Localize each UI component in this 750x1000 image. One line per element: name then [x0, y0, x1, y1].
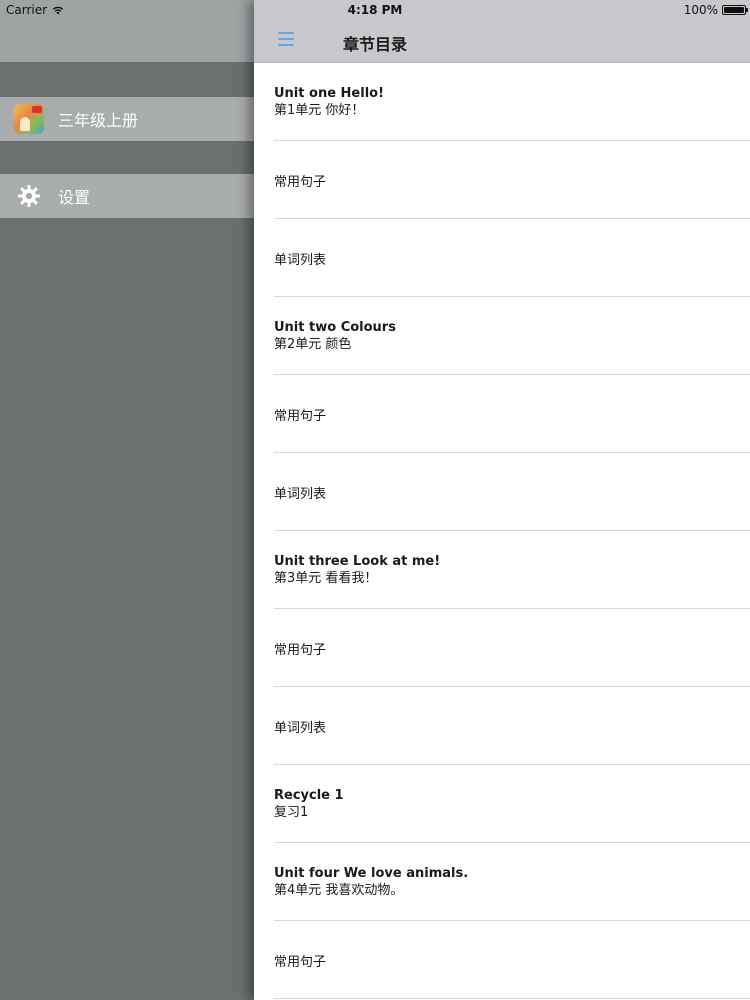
book-cover-icon — [14, 104, 44, 134]
list-item-sentences[interactable]: 常用句子 — [254, 141, 750, 219]
row-label: 常用句子 — [274, 408, 327, 424]
row-title: Unit three Look at me! — [274, 554, 441, 569]
chapter-row-recycle1[interactable]: Recycle 1 复习1 — [254, 765, 750, 843]
battery-status: 100% — [683, 3, 748, 17]
row-subtitle: 第2单元 颜色 — [274, 337, 352, 352]
row-title: Recycle 1 — [274, 788, 344, 803]
drawer-item-label: 三年级上册 — [58, 111, 139, 130]
chapter-row-unit1[interactable]: Unit one Hello! 第1单元 你好！ — [254, 63, 750, 141]
list-item-sentences[interactable]: 常用句子 — [254, 375, 750, 453]
row-subtitle: 第4单元 我喜欢动物。 — [274, 883, 404, 898]
chapter-list: Unit one Hello! 第1单元 你好！ 常用句子 单词列表 Unit … — [254, 63, 750, 999]
app-screen: Carrier 4:18 PM 100% 三年级上册 设置 章节目录 Unit … — [0, 0, 750, 1000]
list-item-sentences[interactable]: 常用句子 — [254, 921, 750, 999]
list-item-word-list[interactable]: 单词列表 — [254, 453, 750, 531]
gear-icon — [14, 181, 44, 211]
drawer-item-label: 设置 — [58, 188, 91, 207]
list-item-word-list[interactable]: 单词列表 — [254, 687, 750, 765]
row-subtitle: 第1单元 你好！ — [274, 103, 365, 118]
chapter-panel: 章节目录 Unit one Hello! 第1单元 你好！ 常用句子 单词列表 … — [254, 0, 750, 1000]
side-drawer: 三年级上册 设置 — [0, 0, 254, 1000]
row-title: Unit four We love animals. — [274, 866, 469, 881]
row-label: 单词列表 — [274, 486, 327, 502]
battery-percent: 100% — [683, 3, 718, 17]
drawer-item-settings[interactable]: 设置 — [0, 174, 254, 218]
row-subtitle: 复习1 — [274, 805, 309, 820]
battery-icon — [722, 5, 748, 15]
row-subtitle: 第3单元 看看我！ — [274, 571, 378, 586]
row-title: Unit one Hello! — [274, 86, 385, 101]
row-label: 单词列表 — [274, 720, 327, 736]
list-item-sentences[interactable]: 常用句子 — [254, 609, 750, 687]
chapter-row-unit4[interactable]: Unit four We love animals. 第4单元 我喜欢动物。 — [254, 843, 750, 921]
row-label: 单词列表 — [274, 252, 327, 268]
drawer-item-grade3-book[interactable]: 三年级上册 — [0, 97, 254, 141]
chapter-row-unit2[interactable]: Unit two Colours 第2单元 颜色 — [254, 297, 750, 375]
row-label: 常用句子 — [274, 954, 327, 970]
row-title: Unit two Colours — [274, 320, 396, 335]
clock: 4:18 PM — [347, 3, 403, 17]
list-item-word-list[interactable]: 单词列表 — [254, 219, 750, 297]
row-label: 常用句子 — [274, 642, 327, 658]
row-label: 常用句子 — [274, 174, 327, 190]
page-title: 章节目录 — [342, 35, 407, 54]
status-bar: Carrier 4:18 PM 100% — [0, 0, 750, 22]
chapter-row-unit3[interactable]: Unit three Look at me! 第3单元 看看我！ — [254, 531, 750, 609]
